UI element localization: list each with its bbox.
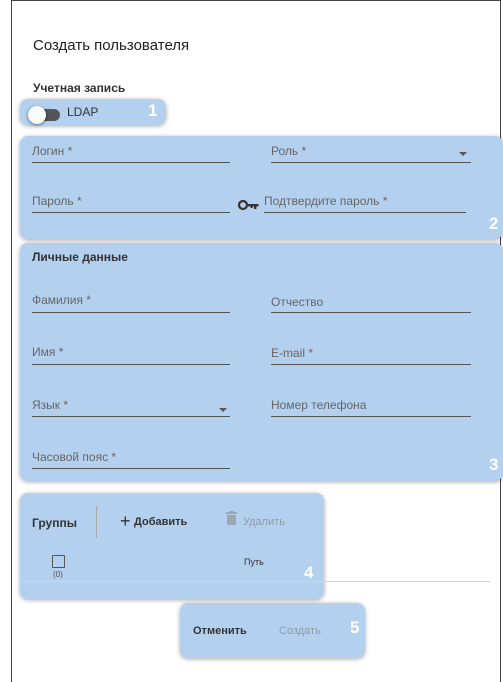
groups-table-divider (20, 581, 490, 582)
dialog-title: Создать пользователя (33, 37, 190, 54)
callout-area-2 (20, 136, 503, 239)
create-button[interactable]: Создать (279, 625, 321, 637)
add-group-button[interactable]: Добавить (134, 516, 187, 528)
delete-group-button[interactable]: Удалить (243, 516, 285, 528)
personal-section-label: Личные данные (32, 250, 128, 264)
confirm-password-input[interactable] (264, 212, 466, 213)
callout-number-1: 1 (148, 101, 158, 120)
account-section-label: Учетная запись (33, 81, 126, 95)
first-name-label: Имя * (32, 345, 64, 359)
first-name-input[interactable] (32, 364, 230, 365)
login-input[interactable] (32, 162, 230, 163)
timezone-select[interactable] (32, 468, 230, 469)
key-icon[interactable] (238, 198, 260, 212)
phone-input[interactable] (271, 416, 471, 417)
callout-number-4: 4 (304, 563, 314, 582)
callout-area-3 (20, 243, 503, 481)
phone-label: Номер телефона (271, 398, 367, 412)
groups-divider (96, 506, 97, 538)
middle-name-label: Отчество (271, 295, 324, 309)
login-label: Логин * (32, 144, 73, 158)
email-label: E-mail * (271, 346, 314, 360)
ldap-toggle-icon[interactable] (28, 106, 46, 124)
select-all-checkbox-icon[interactable] (52, 555, 65, 568)
plus-icon[interactable]: + (120, 512, 131, 530)
password-label: Пароль * (32, 194, 82, 208)
groups-count: (0) (53, 570, 63, 579)
last-name-label: Фамилия * (32, 293, 91, 307)
ldap-label: LDAP (67, 105, 99, 119)
language-label: Язык * (32, 398, 69, 412)
role-select[interactable] (271, 162, 471, 163)
last-name-input[interactable] (32, 312, 230, 313)
email-input[interactable] (271, 364, 471, 365)
callout-number-3: 3 (489, 455, 499, 474)
trash-icon (226, 511, 237, 525)
role-dropdown-caret-icon[interactable] (459, 152, 467, 156)
confirm-password-label: Подтвердите пароль * (264, 194, 388, 208)
groups-label: Группы (32, 516, 77, 530)
callout-number-2: 2 (489, 214, 499, 233)
role-label: Роль * (271, 144, 307, 158)
path-column-header: Путь (244, 557, 264, 567)
callout-area-4 (20, 493, 324, 599)
cancel-button[interactable]: Отменить (193, 625, 247, 637)
callout-number-5: 5 (350, 618, 360, 637)
timezone-label: Часовой пояс * (32, 450, 117, 464)
language-select[interactable] (32, 416, 230, 417)
language-dropdown-caret-icon[interactable] (219, 408, 227, 412)
middle-name-input[interactable] (271, 312, 471, 313)
password-input[interactable] (32, 212, 230, 213)
